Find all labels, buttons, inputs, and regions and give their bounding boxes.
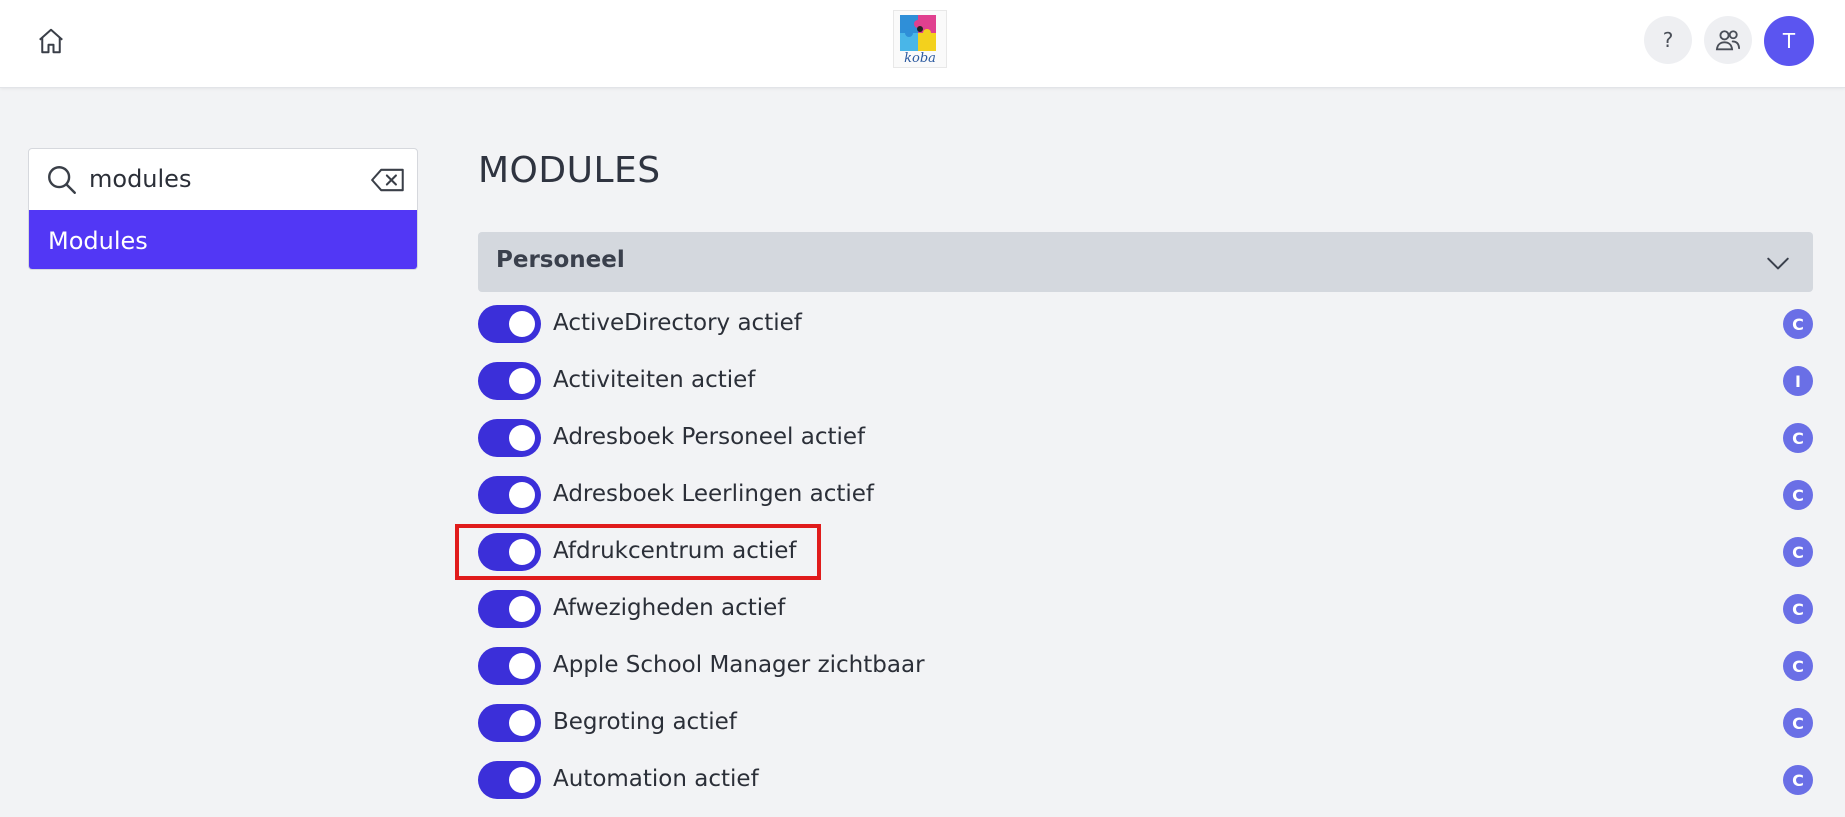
module-toggle[interactable] [478, 476, 541, 514]
home-button[interactable] [34, 24, 68, 58]
toggle-knob [509, 767, 535, 793]
module-toggle[interactable] [478, 761, 541, 799]
module-label: Afwezigheden actief [553, 595, 786, 621]
module-label: Apple School Manager zichtbaar [553, 652, 925, 678]
module-badge: I [1783, 366, 1813, 396]
toggle-knob [509, 710, 535, 736]
module-toggle[interactable] [478, 704, 541, 742]
module-badge: C [1783, 651, 1813, 681]
search-icon [48, 166, 76, 194]
koba-logo: koba [893, 10, 947, 68]
clear-search-icon[interactable] [371, 167, 405, 193]
avatar[interactable]: T [1764, 16, 1814, 66]
home-icon [39, 28, 63, 54]
module-label: Automation actief [553, 766, 759, 792]
toggle-knob [509, 653, 535, 679]
module-row: Adresboek Personeel actief C [478, 416, 1813, 462]
module-toggle[interactable] [478, 362, 541, 400]
module-badge: C [1783, 309, 1813, 339]
search-input[interactable] [89, 161, 389, 197]
users-icon [1715, 30, 1741, 51]
module-badge: C [1783, 594, 1813, 624]
module-label: Adresboek Personeel actief [553, 424, 866, 450]
users-button[interactable] [1704, 16, 1752, 64]
module-toggle[interactable] [478, 419, 541, 457]
module-row: Afwezigheden actief C [478, 587, 1813, 633]
page-title: MODULES [478, 150, 661, 191]
chevron-down-icon [1767, 257, 1789, 270]
avatar-initial: T [1782, 29, 1796, 53]
module-row: Automation actief C [478, 758, 1813, 804]
module-label: Activiteiten actief [553, 367, 756, 393]
help-button[interactable]: ? [1644, 16, 1692, 64]
toggle-knob [509, 368, 535, 394]
module-badge: C [1783, 765, 1813, 795]
module-badge: C [1783, 708, 1813, 738]
module-badge: C [1783, 480, 1813, 510]
module-row: Apple School Manager zichtbaar C [478, 644, 1813, 690]
module-row: ActiveDirectory actief C [478, 302, 1813, 348]
search-result-modules[interactable]: Modules [29, 210, 417, 269]
toggle-knob [509, 311, 535, 337]
section-label: Personeel [496, 247, 625, 273]
module-label: ActiveDirectory actief [553, 310, 802, 336]
module-toggle[interactable] [478, 647, 541, 685]
module-label: Begroting actief [553, 709, 737, 735]
toggle-knob [509, 425, 535, 451]
toggle-knob [509, 596, 535, 622]
search-row [29, 149, 417, 210]
section-header-personeel[interactable]: Personeel [478, 232, 1813, 292]
module-toggle[interactable] [478, 590, 541, 628]
module-label: Adresboek Leerlingen actief [553, 481, 875, 507]
toggle-knob [509, 482, 535, 508]
module-row: Adresboek Leerlingen actief C [478, 473, 1813, 519]
search-panel: Modules [28, 148, 418, 270]
module-row: Activiteiten actief I [478, 359, 1813, 405]
search-result-label: Modules [48, 226, 148, 255]
highlight-box [455, 524, 821, 580]
help-icon: ? [1662, 28, 1674, 52]
logo-text: koba [904, 51, 936, 66]
module-toggle[interactable] [478, 305, 541, 343]
module-badge: C [1783, 537, 1813, 567]
top-bar: koba ? T [0, 0, 1845, 88]
module-badge: C [1783, 423, 1813, 453]
module-row: Begroting actief C [478, 701, 1813, 747]
